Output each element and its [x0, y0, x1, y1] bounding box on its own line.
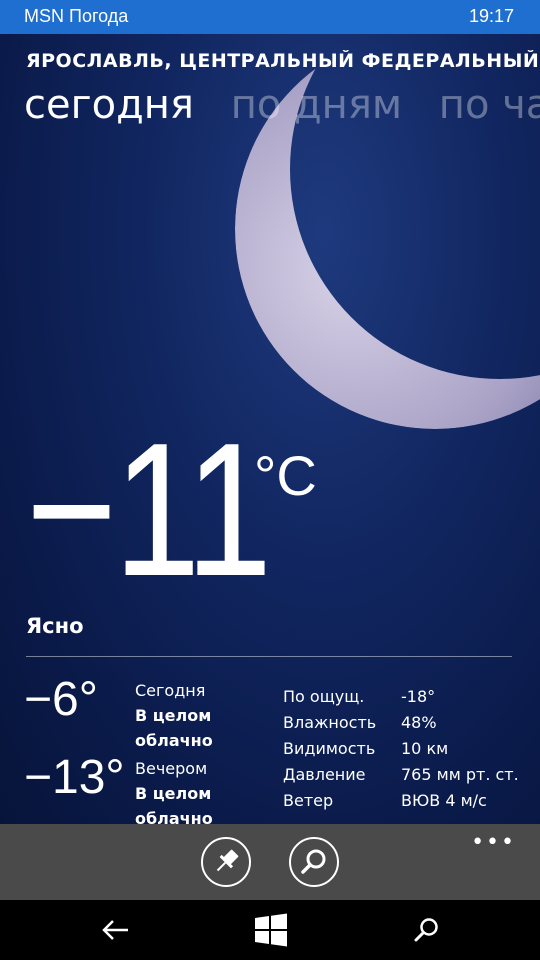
detail-value: 765 мм рт. ст. — [401, 765, 519, 784]
detail-label: Видимость — [283, 739, 376, 758]
tab-today[interactable]: сегодня — [24, 82, 194, 128]
temperature-unit: °C — [254, 444, 317, 507]
forecast-text: Вечером В целом облачно — [135, 756, 275, 831]
pin-icon — [216, 849, 239, 872]
detail-value: 10 км — [401, 739, 449, 758]
device-search-button[interactable] — [408, 912, 444, 948]
tab-by-days[interactable]: по дням — [231, 82, 402, 128]
temperature-value: −11 — [26, 404, 272, 616]
search-button[interactable] — [289, 837, 339, 887]
more-options-button[interactable]: ••• — [471, 832, 516, 854]
forecast-period: Сегодня — [135, 681, 206, 700]
search-icon — [414, 918, 438, 942]
detail-value: 48% — [401, 713, 437, 732]
detail-label: Давление — [283, 765, 366, 784]
current-temperature: −11 °C — [26, 415, 322, 615]
search-icon — [301, 849, 326, 874]
forecast-desc-line1: В целом — [135, 784, 212, 803]
detail-value: -18° — [401, 687, 436, 706]
back-arrow-icon — [102, 920, 128, 940]
status-time: 19:17 — [468, 6, 514, 26]
location-title: ЯРОСЛАВЛЬ, ЦЕНТРАЛЬНЫЙ ФЕДЕРАЛЬНЫЙ ОКРУГ — [26, 50, 540, 72]
tab-by-hours[interactable]: по часам — [439, 82, 540, 128]
app-bar: ••• — [0, 824, 540, 900]
forecast-period: Вечером — [135, 759, 208, 778]
status-app-name: MSN Погода — [24, 6, 129, 26]
pin-button[interactable] — [201, 837, 251, 887]
weather-screen: MSN Погода 19:17 ЯРОСЛАВЛЬ, ЦЕНТРАЛЬНЫЙ … — [0, 0, 540, 960]
detail-label: Влажность — [283, 713, 377, 732]
condition-text: Ясно — [26, 614, 84, 638]
detail-label: По ощущ. — [283, 687, 365, 706]
forecast-desc-line2: облачно — [135, 731, 213, 750]
detail-label: Ветер — [283, 791, 334, 810]
start-button[interactable] — [253, 912, 289, 948]
forecast-temp: −6° — [24, 673, 98, 726]
pivot-tabs: сегодня по дням по часам — [24, 82, 540, 128]
back-button[interactable] — [98, 912, 134, 948]
nav-bar — [0, 900, 540, 960]
forecast-temp: −13° — [24, 751, 125, 804]
divider — [26, 656, 512, 657]
forecast-text: Сегодня В целом облачно — [135, 678, 275, 753]
detail-value: ВЮВ 4 м/с — [401, 791, 487, 810]
status-bar: MSN Погода 19:17 — [0, 0, 540, 34]
windows-logo-icon — [255, 913, 287, 947]
forecast-desc-line1: В целом — [135, 706, 212, 725]
